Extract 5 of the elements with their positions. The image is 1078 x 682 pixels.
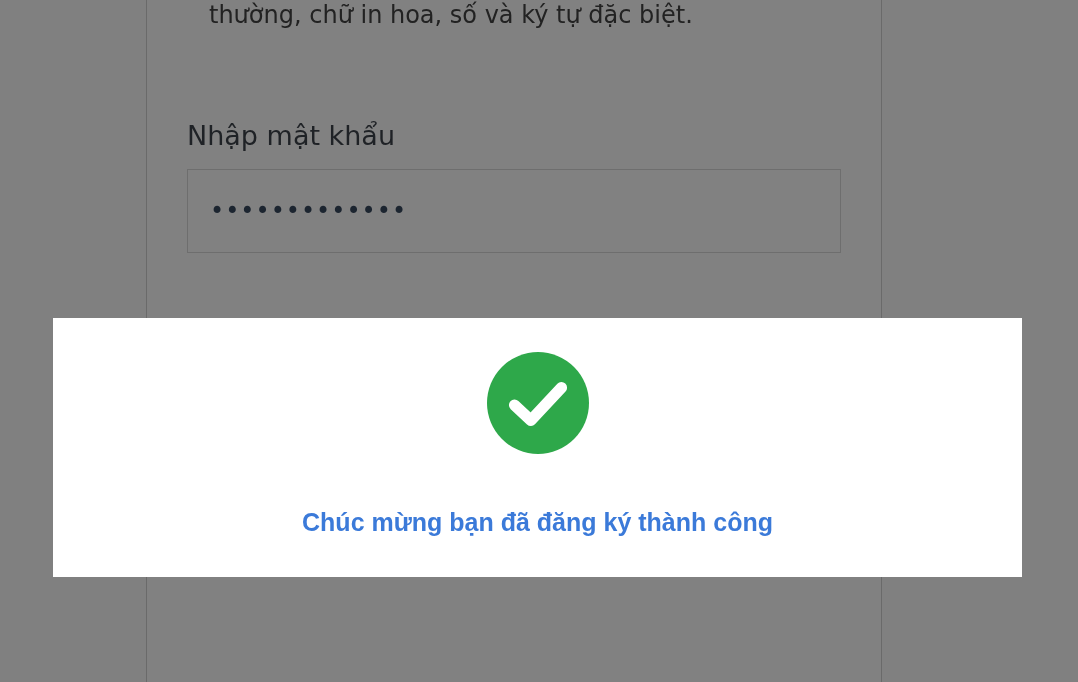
password-field[interactable]: •••••••••••••: [187, 169, 841, 253]
password-hint: thường, chữ in hoa, số và ký tự đặc biệt.: [209, 0, 693, 30]
check-circle-icon: [486, 352, 589, 454]
success-message: Chúc mừng bạn đã đăng ký thành công: [302, 508, 773, 537]
password-label: Nhập mật khẩu: [187, 120, 396, 151]
